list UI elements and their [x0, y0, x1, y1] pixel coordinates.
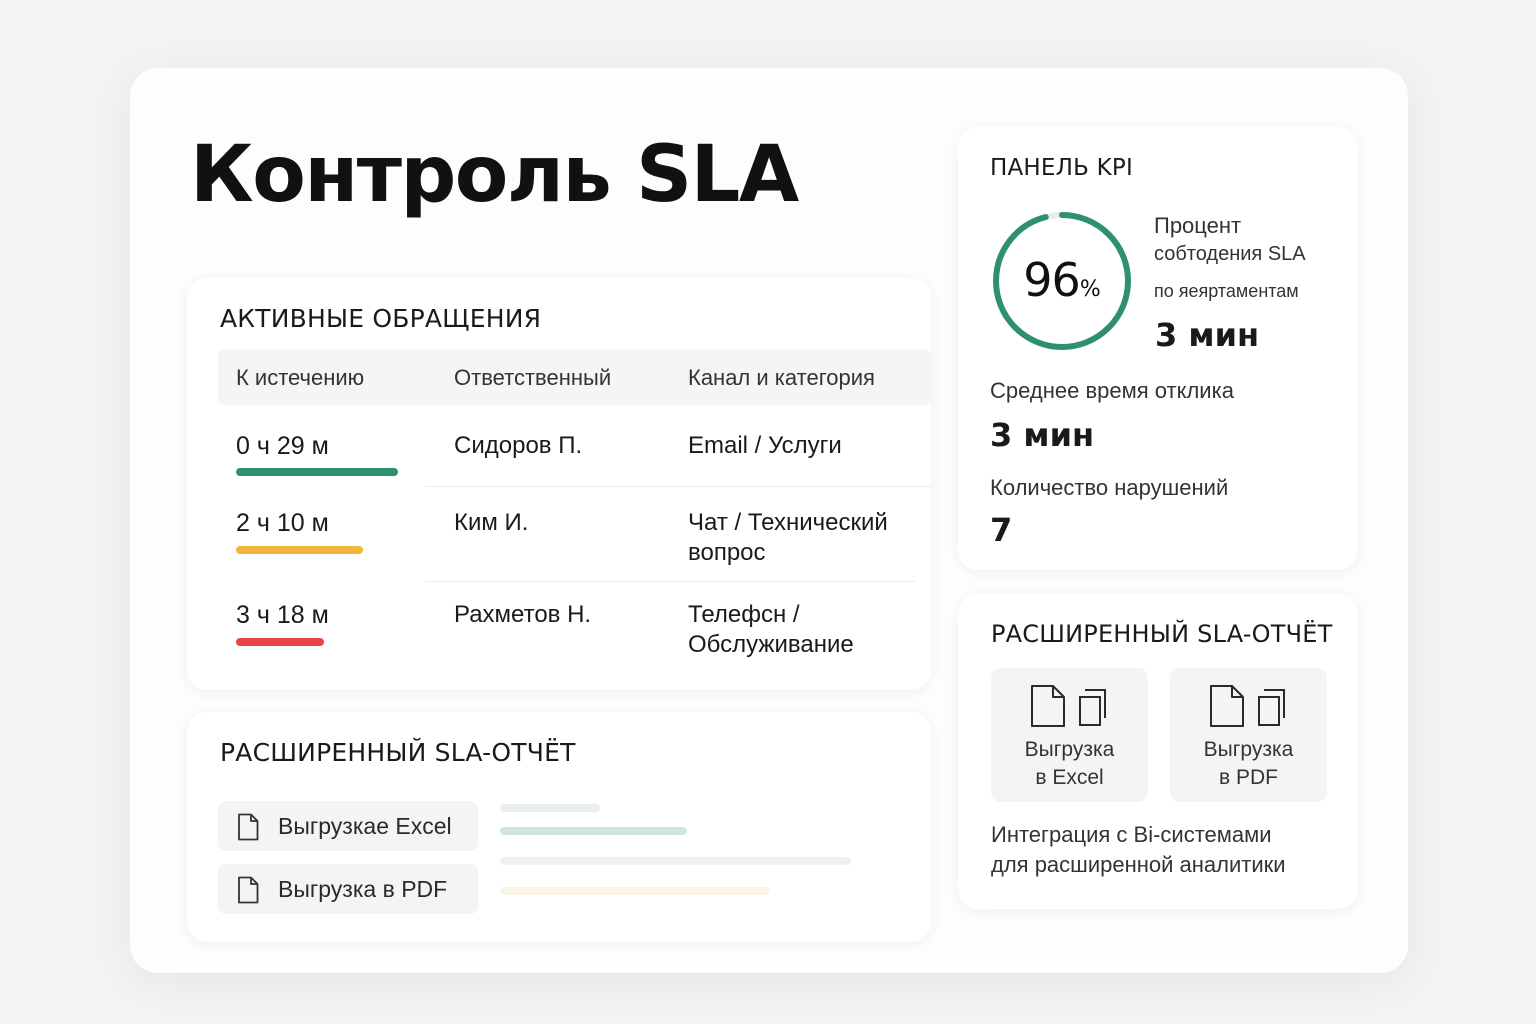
export-excel-tile-label: Выгрузка в Excel: [991, 736, 1148, 792]
skeleton-line: [500, 827, 687, 835]
page-title: Контроль SLA: [190, 130, 799, 220]
export-pdf-tile-label: Выгрузка в PDF: [1170, 736, 1327, 792]
compliance-label: Процент: [1154, 213, 1242, 238]
sla-report-heading: РАСШИРЕННЫЙ SLA-ОТЧЁТ: [220, 738, 576, 767]
compliance-percent: 96%: [990, 253, 1134, 307]
violations-label: Количество нарушений: [990, 475, 1229, 500]
violations-value: 7: [990, 511, 1013, 549]
skeleton-line: [500, 857, 851, 865]
deadline-text: 3 ч 18 м: [236, 601, 329, 629]
compliance-time-value: 3 мин: [1155, 316, 1260, 354]
active-tickets-heading: АКТИВНЫЕ ОБРАЩЕНИЯ: [220, 304, 542, 333]
deadline-text: 2 ч 10 м: [236, 509, 329, 537]
assignee-text: Ким И.: [454, 509, 529, 536]
document-icon: [1210, 685, 1244, 727]
tile-icons: [1029, 684, 1109, 733]
sla-report-panel: РАСШИРЕННЫЙ SLA-ОТЧЁТ Выгрузкае Excel Вы…: [187, 712, 931, 942]
kpi-panel: ПАНЕЛЬ KPI 96% Процент собтодения SLA по…: [958, 127, 1358, 570]
export-excel-button[interactable]: Выгрузкае Excel: [218, 801, 478, 851]
assignee-text: Сидоров П.: [454, 432, 583, 459]
sla-report-export-panel: РАСШИРЕННЫЙ SLA-ОТЧЁТ Выгрузка в Excel В…: [958, 594, 1358, 909]
deadline-text: 0 ч 29 м: [236, 432, 329, 460]
active-tickets-panel: АКТИВНЫЕ ОБРАЩЕНИЯ К истечению Ответстве…: [187, 278, 931, 690]
column-header-assignee[interactable]: Ответственный: [454, 365, 611, 391]
document-icon: [1031, 685, 1065, 727]
channel-text-line2: Обслуживание: [688, 631, 854, 658]
bi-integration-line2: для расширенной аналитики: [991, 852, 1286, 877]
document-icon: [238, 876, 259, 904]
row-divider: [425, 581, 915, 582]
deadline-progress-bar: [236, 546, 363, 554]
export-pdf-tile[interactable]: Выгрузка в PDF: [1170, 668, 1327, 802]
avg-response-value: 3 мин: [990, 416, 1095, 454]
column-header-deadline[interactable]: К истечению: [236, 365, 364, 391]
channel-text: Чат / Технический: [688, 509, 888, 536]
copy-icon: [1079, 689, 1107, 726]
tile-label-line1: Выгрузка: [1203, 738, 1294, 761]
tile-label-line1: Выгрузка: [1024, 738, 1115, 761]
skeleton-line: [500, 887, 770, 895]
avg-response-label: Среднее время отклика: [990, 378, 1234, 403]
export-excel-tile[interactable]: Выгрузка в Excel: [991, 668, 1148, 802]
export-excel-label: Выгрузкае Excel: [278, 813, 452, 839]
channel-text-line2: вопрос: [688, 539, 766, 566]
copy-icon: [1258, 689, 1286, 726]
channel-text: Email / Услуги: [688, 432, 842, 459]
column-header-channel[interactable]: Канал и категория: [688, 365, 875, 391]
compliance-value: 96: [1023, 253, 1081, 307]
deadline-progress-bar: [236, 638, 324, 646]
bi-integration-line1: Интеграция с Bi-системами: [991, 822, 1272, 847]
export-pdf-label: Выгрузка в PDF: [278, 876, 448, 902]
export-pdf-button[interactable]: Выгрузка в PDF: [218, 864, 478, 914]
tile-label-line2: в PDF: [1219, 766, 1278, 789]
skeleton-line: [500, 804, 600, 812]
compliance-unit: %: [1079, 277, 1101, 302]
tile-icons: [1208, 684, 1288, 733]
sla-report-export-heading: РАСШИРЕННЫЙ SLA-ОТЧЁТ: [991, 620, 1333, 648]
compliance-label-line2: собтодения SLA: [1154, 243, 1306, 265]
assignee-text: Рахметов Н.: [454, 601, 592, 628]
bi-integration-text: Интеграция с Bi-системами для расширенно…: [991, 820, 1331, 880]
tile-label-line2: в Excel: [1035, 766, 1104, 789]
deadline-progress-bar: [236, 468, 398, 476]
document-icon: [238, 813, 259, 841]
row-divider: [425, 486, 931, 487]
table-header: К истечению Ответственный Канал и катего…: [218, 349, 931, 405]
compliance-label-line3: по яеяртаментам: [1154, 281, 1299, 301]
channel-text: Телефсн /: [688, 601, 800, 628]
kpi-heading: ПАНЕЛЬ KPI: [990, 155, 1133, 181]
